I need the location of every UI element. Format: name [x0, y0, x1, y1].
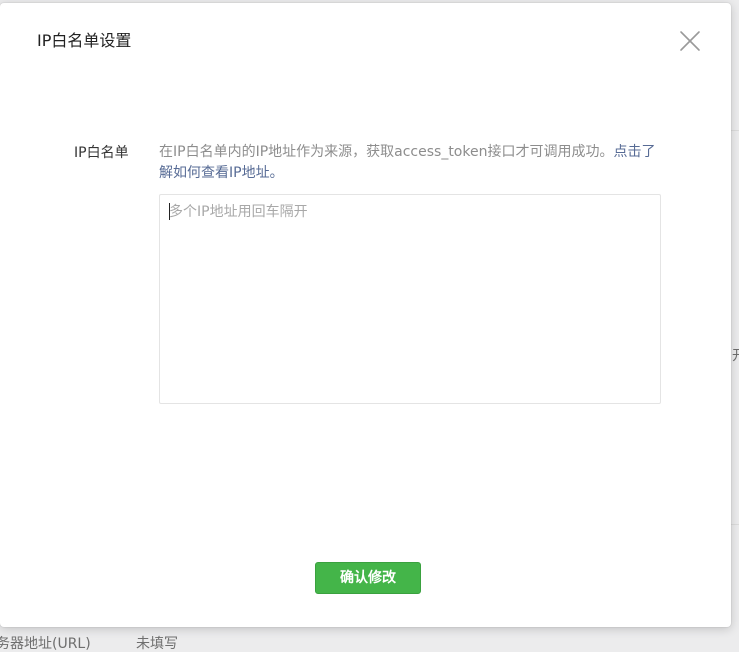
ip-whitelist-textarea[interactable]: [159, 194, 661, 404]
close-icon: [680, 31, 700, 51]
close-button[interactable]: [676, 27, 704, 55]
ip-whitelist-description: 在IP白名单内的IP地址作为来源，获取access_token接口才可调用成功。…: [159, 142, 659, 184]
ip-whitelist-dialog: IP白名单设置 IP白名单 在IP白名单内的IP地址作为来源，获取access_…: [0, 3, 731, 627]
dialog-title: IP白名单设置: [37, 31, 132, 50]
background-text: 开: [732, 348, 739, 364]
description-text: 在IP白名单内的IP地址作为来源，获取access_token接口才可调用成功。: [159, 144, 614, 160]
text-caret: [169, 203, 170, 220]
ip-whitelist-label: IP白名单: [74, 145, 129, 161]
background-text: 未填写: [136, 636, 178, 652]
background-text: 务器地址(URL): [0, 636, 91, 652]
confirm-button[interactable]: 确认修改: [315, 562, 421, 594]
